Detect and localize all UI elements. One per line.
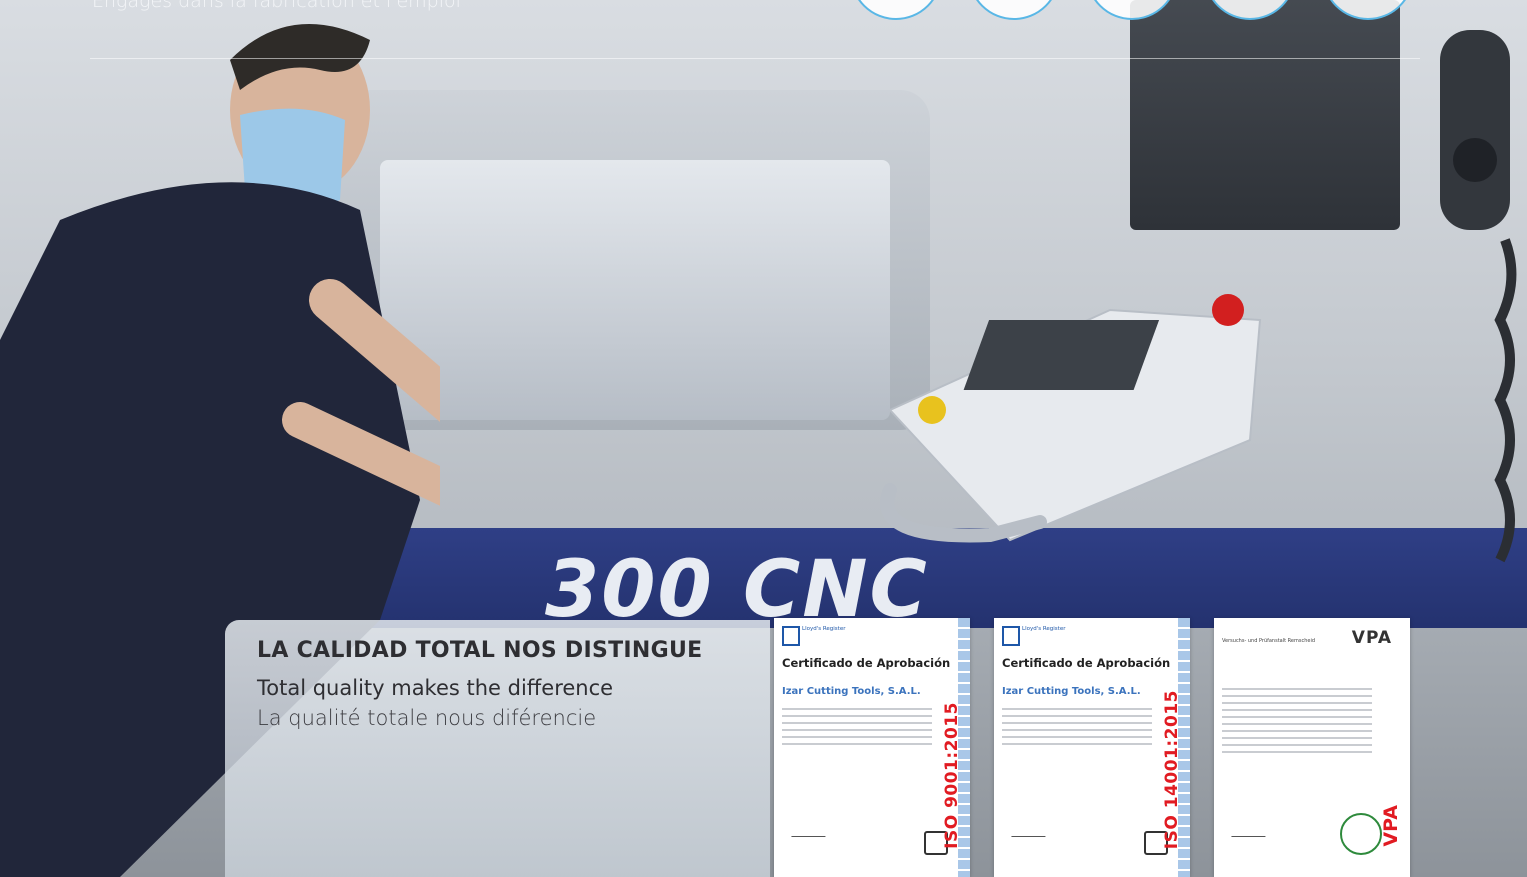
lloyds-register-logo — [1002, 626, 1020, 646]
quality-panel: LA CALIDAD TOTAL NOS DISTINGUE Total qua… — [225, 620, 770, 877]
cert-header: Versuchs- und Prüfanstalt Remscheid — [1222, 638, 1316, 644]
signature — [791, 822, 831, 837]
certificate-vpa[interactable]: Versuchs- und Prüfanstalt Remscheid VPA … — [1214, 618, 1410, 877]
cert-title: Certificado de Aprobación — [1002, 656, 1171, 670]
lloyds-register-logo — [782, 626, 800, 646]
certificate-iso-9001[interactable]: Lloyd's Register Certificado de Aprobaci… — [774, 618, 970, 877]
cert-body-text — [1002, 708, 1152, 750]
cert-standard: VPA — [1380, 805, 1402, 847]
vpa-logo: VPA — [1351, 628, 1392, 648]
cert-company: Izar Cutting Tools, S.A.L. — [782, 686, 921, 697]
cert-title: Certificado de Aprobación — [782, 656, 951, 670]
cert-body-text — [782, 708, 932, 750]
control-panel — [880, 294, 1262, 543]
machine-window — [380, 160, 890, 420]
control-screen — [1130, 0, 1400, 230]
header-tagline: Engagés dans la fabrication et l'emploi — [92, 0, 461, 12]
feature-circle-icon[interactable] — [850, 0, 942, 20]
quality-subtitle-en: Total quality makes the difference — [257, 676, 614, 700]
vpa-seal-icon — [1340, 813, 1382, 855]
header-divider — [90, 58, 1420, 59]
cert-border — [1178, 618, 1190, 877]
cert-company: Izar Cutting Tools, S.A.L. — [1002, 686, 1141, 697]
handwheel-pendant — [1440, 30, 1517, 563]
cert-issuer: Lloyd's Register — [1022, 626, 1066, 632]
certificate-iso-14001[interactable]: Lloyd's Register Certificado de Aprobaci… — [994, 618, 1190, 877]
signature — [1011, 822, 1051, 837]
signature — [1231, 822, 1271, 837]
quality-subtitle-fr: La qualité totale nous diférencie — [257, 706, 597, 730]
cert-issuer: Lloyd's Register — [802, 626, 846, 632]
quality-title: LA CALIDAD TOTAL NOS DISTINGUE — [257, 638, 703, 663]
feature-circle-icon[interactable] — [968, 0, 1060, 20]
cert-border — [958, 618, 970, 877]
cert-body-text — [1222, 688, 1372, 758]
